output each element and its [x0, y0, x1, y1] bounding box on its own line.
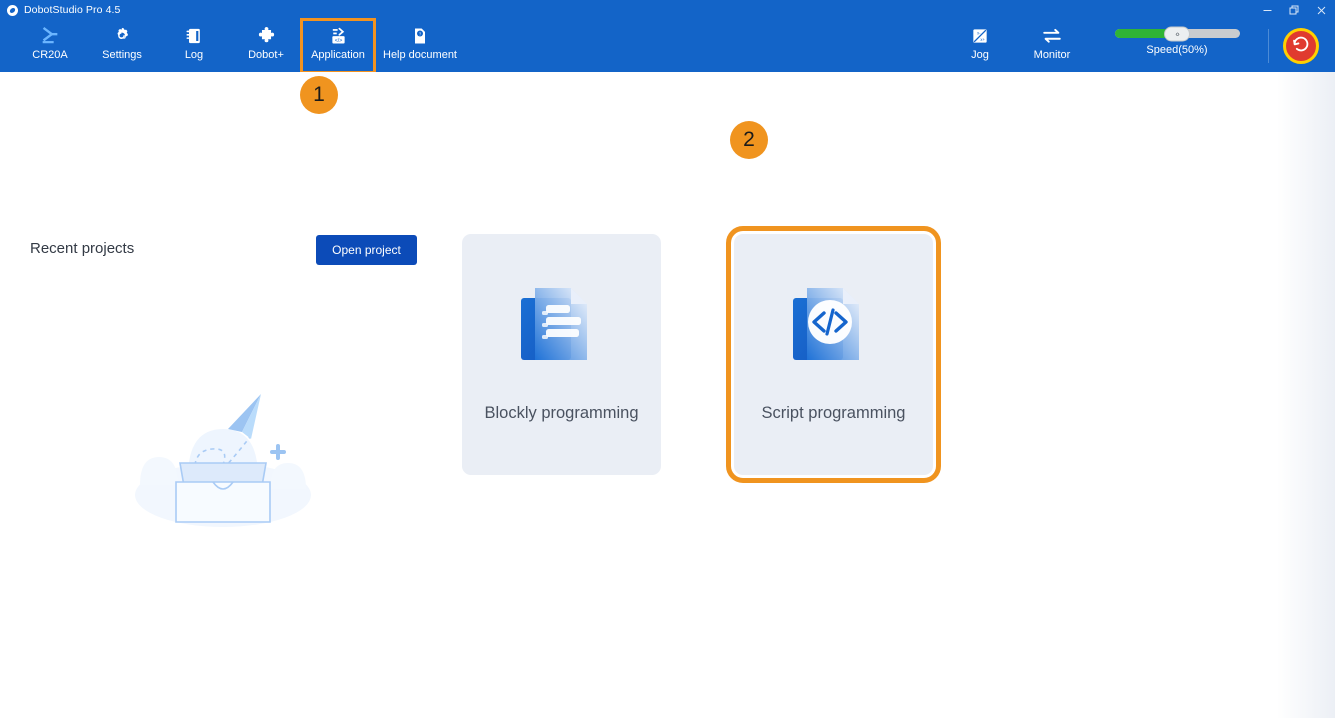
- app-title: DobotStudio Pro 4.5: [24, 4, 120, 16]
- toolbar-label: Help document: [383, 49, 457, 62]
- empty-inbox-paper-plane-icon: [118, 377, 328, 542]
- toolbar-item-help-document[interactable]: ? Help document: [374, 20, 466, 72]
- notebook-icon: [184, 25, 204, 47]
- toolbar-left-group: CR20A Settings: [14, 20, 466, 72]
- window-title-bar: DobotStudio Pro 4.5: [0, 0, 1335, 20]
- svg-text:</>: </>: [334, 37, 342, 43]
- card-title: Blockly programming: [484, 404, 638, 423]
- toolbar-label: Dobot+: [248, 49, 284, 62]
- speed-slider-track[interactable]: ‹›: [1115, 29, 1240, 38]
- card-blockly-programming[interactable]: Blockly programming: [462, 234, 661, 475]
- speed-label: Speed(50%): [1146, 44, 1207, 56]
- toolbar-item-settings[interactable]: Settings: [86, 20, 158, 72]
- speed-slider-group[interactable]: ‹› Speed(50%): [1102, 20, 1252, 72]
- main-content: Recent projects Open project: [0, 72, 1335, 718]
- main-toolbar: CR20A Settings: [0, 20, 1335, 72]
- restore-button[interactable]: [1281, 0, 1308, 20]
- toolbar-item-log[interactable]: Log: [158, 20, 230, 72]
- speed-slider-knob[interactable]: ‹›: [1164, 26, 1190, 41]
- jog-axis-icon: x- x+: [970, 25, 990, 47]
- toolbar-divider: [1268, 29, 1269, 63]
- toolbar-label: Monitor: [1034, 49, 1071, 62]
- toolbar-item-dobot-plus[interactable]: Dobot+: [230, 20, 302, 72]
- emergency-stop-button[interactable]: [1283, 28, 1319, 64]
- card-script-programming[interactable]: Script programming: [734, 234, 933, 475]
- step-badge-2: 2: [730, 121, 768, 159]
- recent-projects-label: Recent projects: [30, 240, 134, 257]
- application-icon: </>: [328, 25, 349, 47]
- toolbar-label: Settings: [102, 49, 142, 62]
- toolbar-item-monitor[interactable]: Monitor: [1016, 20, 1088, 72]
- toolbar-item-cr20a[interactable]: CR20A: [14, 20, 86, 72]
- help-document-icon: ?: [410, 25, 430, 47]
- monitor-arrows-icon: [1041, 25, 1063, 47]
- toolbar-label: Log: [185, 49, 203, 62]
- emergency-stop-icon: [1290, 33, 1312, 60]
- window-controls: [1254, 0, 1335, 20]
- toolbar-label: Jog: [971, 49, 989, 62]
- toolbar-right-group: x- x+ Jog Monitor ‹› Speed(50%): [944, 20, 1325, 72]
- minimize-button[interactable]: [1254, 0, 1281, 20]
- puzzle-piece-icon: [256, 25, 277, 47]
- toolbar-label: CR20A: [32, 49, 67, 62]
- toolbar-item-application[interactable]: </> Application: [302, 20, 374, 72]
- open-project-button[interactable]: Open project: [316, 235, 417, 265]
- close-button[interactable]: [1308, 0, 1335, 20]
- svg-text:x+: x+: [980, 37, 985, 42]
- dobot-logo-icon: [7, 5, 18, 16]
- gear-icon: [112, 25, 132, 47]
- step-badge-1: 1: [300, 76, 338, 114]
- toolbar-item-jog[interactable]: x- x+ Jog: [944, 20, 1016, 72]
- robot-arm-icon: [39, 25, 61, 47]
- blockly-document-icon: [507, 272, 617, 382]
- script-code-document-icon: [779, 272, 889, 382]
- toolbar-label: Application: [311, 49, 365, 62]
- card-title: Script programming: [762, 404, 906, 423]
- svg-text:x-: x-: [977, 30, 981, 35]
